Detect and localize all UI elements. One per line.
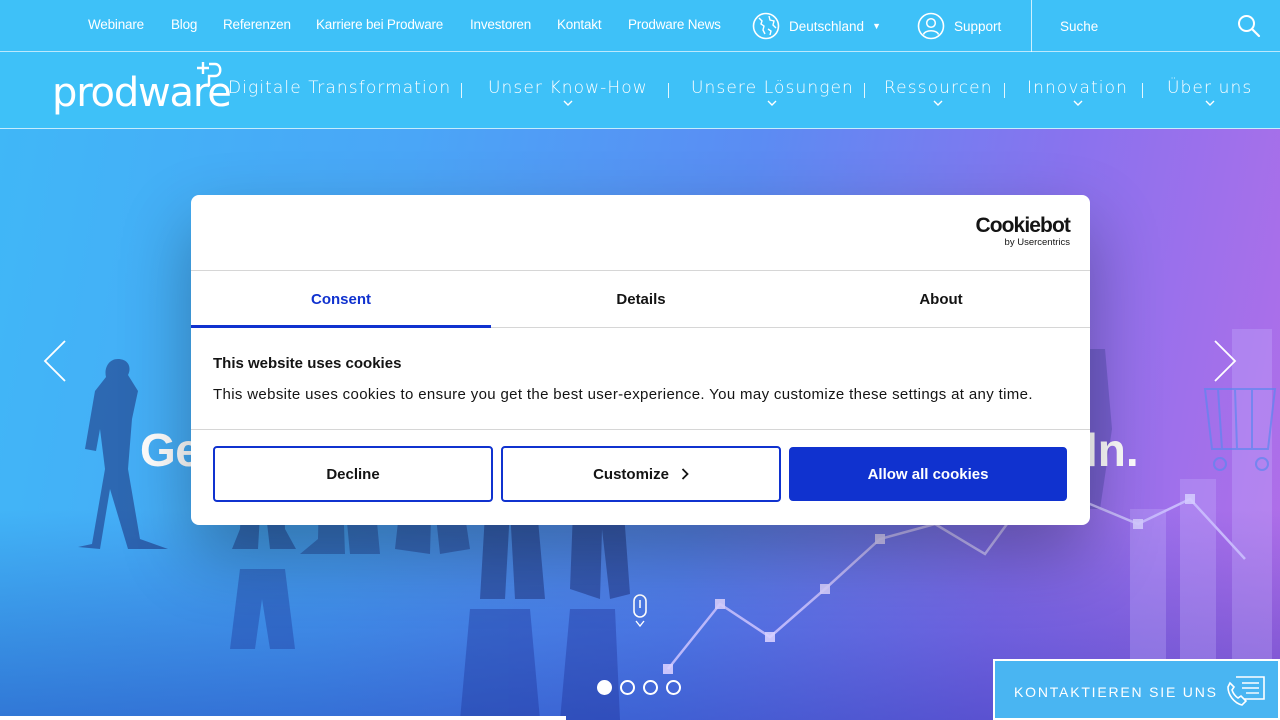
cookie-consent-dialog: Cookiebot by Usercentrics Consent Detail… bbox=[191, 195, 1090, 525]
nav-label: Über uns bbox=[1167, 78, 1253, 98]
tab-about[interactable]: About bbox=[791, 271, 1090, 328]
topbar-link-kontakt[interactable]: Kontakt bbox=[557, 17, 602, 32]
topbar-link-news[interactable]: Prodware News bbox=[628, 17, 721, 32]
country-label: Deutschland bbox=[789, 18, 865, 34]
chevron-down-icon bbox=[1205, 100, 1215, 106]
slider-dot[interactable] bbox=[666, 680, 681, 695]
slider-dots bbox=[597, 680, 681, 695]
allow-all-cookies-button[interactable]: Allow all cookies bbox=[789, 447, 1067, 501]
chevron-down-icon bbox=[767, 100, 777, 106]
dialog-title: This website uses cookies bbox=[213, 355, 402, 372]
support-link[interactable]: Support bbox=[917, 11, 1001, 41]
chevron-down-icon bbox=[563, 100, 573, 106]
slider-dot[interactable] bbox=[620, 680, 635, 695]
nav-separator bbox=[668, 83, 669, 98]
top-utility-bar: Webinare Blog Referenzen Karriere bei Pr… bbox=[0, 0, 1280, 52]
country-selector[interactable]: Deutschland ▼ bbox=[752, 11, 881, 41]
tab-details[interactable]: Details bbox=[491, 271, 791, 328]
scroll-mouse-icon bbox=[633, 594, 647, 628]
chevron-down-icon bbox=[1073, 100, 1082, 106]
nav-label: Ressourcen bbox=[884, 78, 993, 98]
tab-consent[interactable]: Consent bbox=[191, 271, 491, 328]
topbar-link-investoren[interactable]: Investoren bbox=[470, 17, 531, 32]
topbar-link-referenzen[interactable]: Referenzen bbox=[223, 17, 291, 32]
dialog-tabs: Consent Details About bbox=[191, 271, 1090, 328]
chevron-down-icon bbox=[933, 100, 943, 106]
customize-button[interactable]: Customize bbox=[501, 446, 781, 502]
nav-item-know-how[interactable]: Unser Know-How bbox=[488, 78, 648, 106]
support-label: Support bbox=[954, 18, 1002, 34]
nav-item-innovation[interactable]: Innovation bbox=[1027, 78, 1129, 106]
nav-label: Unsere Lösungen bbox=[691, 78, 854, 98]
user-icon bbox=[917, 12, 945, 40]
nav-item-ressourcen[interactable]: Ressourcen bbox=[884, 78, 993, 106]
slide-progress-bar bbox=[0, 716, 566, 720]
topbar-link-blog[interactable]: Blog bbox=[171, 17, 197, 32]
decline-label: Decline bbox=[326, 465, 380, 483]
search-icon[interactable] bbox=[1236, 13, 1262, 39]
main-navigation: prodware Digitale Transformation Unser K… bbox=[0, 52, 1280, 129]
caret-down-icon: ▼ bbox=[872, 21, 881, 31]
contact-us-button[interactable]: KONTAKTIEREN SIE UNS bbox=[993, 659, 1280, 720]
slider-dot[interactable] bbox=[643, 680, 658, 695]
dialog-body-text: This website uses cookies to ensure you … bbox=[213, 386, 1033, 403]
nav-separator bbox=[864, 83, 865, 98]
chevron-left-icon[interactable] bbox=[43, 339, 67, 383]
cookiebot-logo: Cookiebot by Usercentrics bbox=[966, 214, 1070, 249]
prodware-logo[interactable]: prodware bbox=[52, 60, 232, 122]
nav-label: Digitale Transformation bbox=[228, 78, 452, 98]
contact-form-icon bbox=[1227, 676, 1265, 706]
nav-separator bbox=[1004, 83, 1005, 98]
dialog-divider bbox=[191, 429, 1090, 430]
cookiebot-brand: Cookiebot bbox=[975, 214, 1070, 237]
chevron-right-icon bbox=[681, 468, 689, 480]
active-tab-indicator bbox=[191, 325, 491, 328]
topbar-link-karriere[interactable]: Karriere bei Prodware bbox=[316, 17, 443, 32]
topbar-link-webinare[interactable]: Webinare bbox=[88, 17, 144, 32]
customize-label: Customize bbox=[593, 465, 669, 483]
cookiebot-brand-by: by Usercentrics bbox=[1004, 237, 1070, 248]
globe-icon bbox=[752, 12, 780, 40]
contact-us-label: KONTAKTIEREN SIE UNS bbox=[1014, 684, 1218, 700]
nav-separator bbox=[1142, 83, 1143, 98]
search-input[interactable] bbox=[1046, 12, 1226, 40]
nav-separator bbox=[461, 83, 462, 98]
dialog-header: Cookiebot by Usercentrics bbox=[191, 195, 1090, 271]
hero-headline-end: ln. bbox=[1085, 424, 1139, 476]
nav-item-ueber-uns[interactable]: Über uns bbox=[1167, 78, 1253, 106]
nav-item-loesungen[interactable]: Unsere Lösungen bbox=[691, 78, 854, 106]
slider-dot[interactable] bbox=[597, 680, 612, 695]
topbar-divider bbox=[1031, 0, 1032, 52]
allow-all-label: Allow all cookies bbox=[867, 465, 989, 483]
chevron-right-icon[interactable] bbox=[1213, 339, 1237, 383]
decline-button[interactable]: Decline bbox=[213, 446, 493, 502]
nav-label: Innovation bbox=[1027, 78, 1129, 98]
nav-label: Unser Know-How bbox=[488, 78, 648, 98]
logo-mark-icon bbox=[197, 62, 222, 86]
nav-item-digitale-transformation[interactable]: Digitale Transformation bbox=[228, 78, 451, 98]
